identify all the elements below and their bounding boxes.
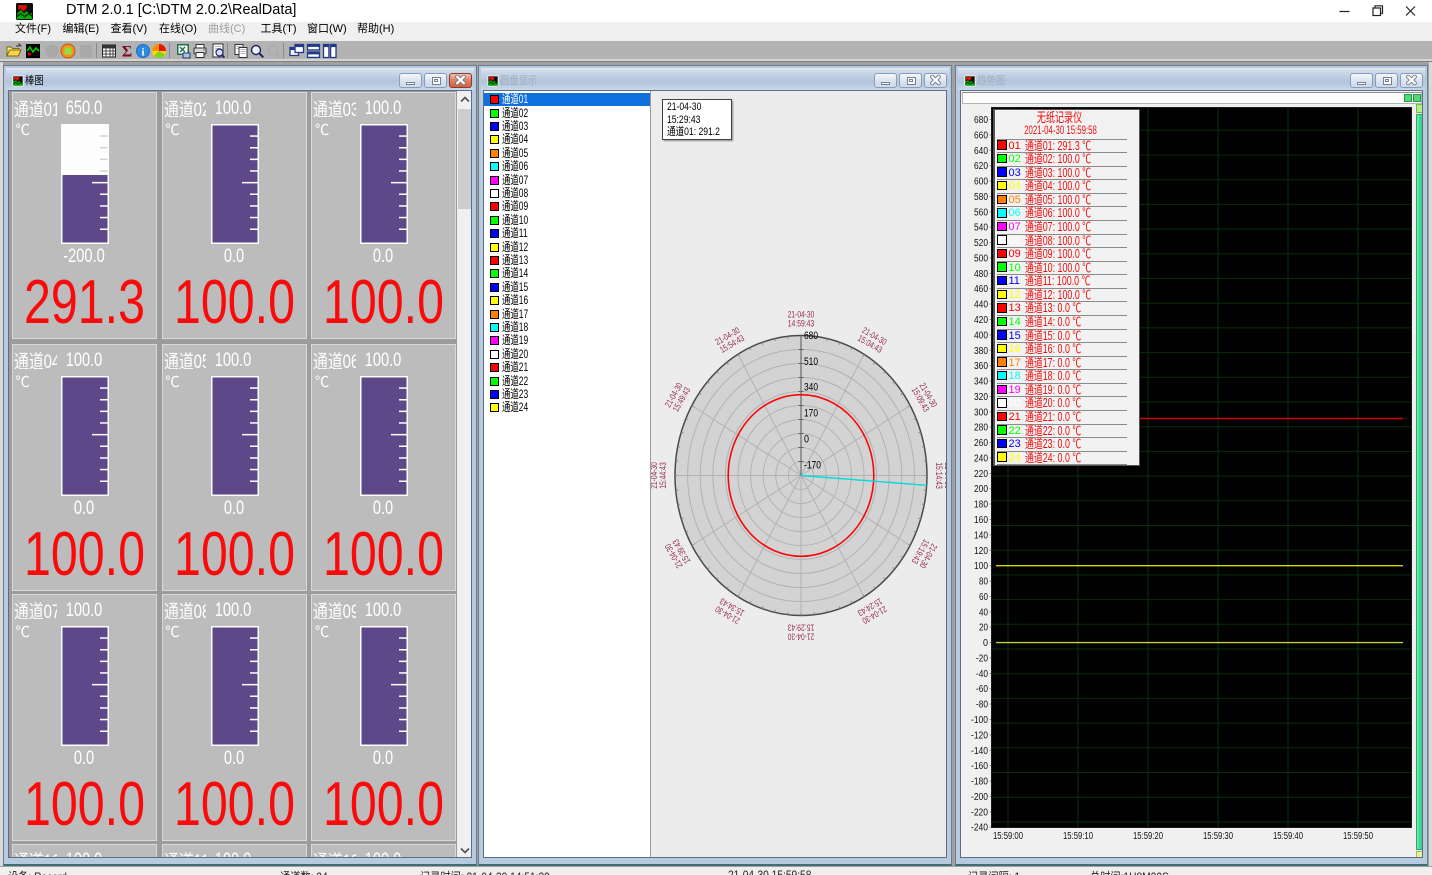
svg-text:480: 480 [974,269,988,280]
svg-text:0: 0 [804,434,809,446]
svg-text:420: 420 [974,315,988,326]
svg-text:660: 660 [974,130,988,141]
svg-text:280: 280 [974,423,988,434]
svg-text:15:59:00: 15:59:00 [993,831,1023,842]
svg-text:80: 80 [979,577,988,588]
svg-text:180: 180 [974,500,988,511]
svg-text:i: i [141,47,144,59]
svg-text:680: 680 [974,115,988,126]
svg-text:160: 160 [974,515,988,526]
svg-text:600: 600 [974,177,988,188]
svg-text:460: 460 [974,284,988,295]
svg-text:170: 170 [804,408,818,420]
svg-text:Σ: Σ [122,44,132,60]
svg-text:40: 40 [979,607,988,618]
svg-text:-170: -170 [804,459,821,471]
svg-text:360: 360 [974,361,988,372]
svg-text:440: 440 [974,300,988,311]
svg-text:15:14:43: 15:14:43 [934,462,944,489]
svg-text:300: 300 [974,407,988,418]
svg-text:-100: -100 [971,715,988,726]
svg-text:14:59:43: 14:59:43 [788,319,815,329]
svg-text:340: 340 [974,377,988,388]
svg-text:-140: -140 [971,746,988,757]
svg-text:320: 320 [974,392,988,403]
svg-text:-200: -200 [971,792,988,803]
svg-text:60: 60 [979,592,988,603]
svg-text:120: 120 [974,546,988,557]
svg-text:-40: -40 [976,669,988,680]
svg-text:15:59:10: 15:59:10 [1063,831,1093,842]
svg-text:15:29:43: 15:29:43 [788,623,815,633]
svg-text:500: 500 [974,254,988,265]
svg-text:15:59:20: 15:59:20 [1133,831,1163,842]
svg-text:560: 560 [974,207,988,218]
svg-text:15:59:30: 15:59:30 [1203,831,1233,842]
svg-text:510: 510 [804,356,818,368]
svg-text:-120: -120 [971,730,988,741]
svg-text:640: 640 [974,146,988,157]
svg-text:15:44:43: 15:44:43 [658,462,668,489]
svg-text:-80: -80 [976,700,988,711]
svg-text:20: 20 [979,623,988,634]
svg-text:680: 680 [804,330,818,342]
svg-text:-180: -180 [971,777,988,788]
svg-text:-20: -20 [976,654,988,665]
svg-text:140: 140 [974,530,988,541]
svg-text:340: 340 [804,382,818,394]
svg-text:620: 620 [974,161,988,172]
svg-text:380: 380 [974,346,988,357]
svg-text:240: 240 [974,454,988,465]
svg-text:520: 520 [974,238,988,249]
svg-text:200: 200 [974,484,988,495]
svg-text:260: 260 [974,438,988,449]
svg-text:100: 100 [974,561,988,572]
svg-text:-220: -220 [971,807,988,818]
svg-text:540: 540 [974,223,988,234]
svg-text:220: 220 [974,469,988,480]
svg-text:580: 580 [974,192,988,203]
svg-text:400: 400 [974,330,988,341]
svg-text:0: 0 [983,638,988,649]
svg-text:15:59:40: 15:59:40 [1273,831,1303,842]
svg-text:-60: -60 [976,684,988,695]
svg-text:15:59:50: 15:59:50 [1343,831,1373,842]
svg-text:-160: -160 [971,761,988,772]
